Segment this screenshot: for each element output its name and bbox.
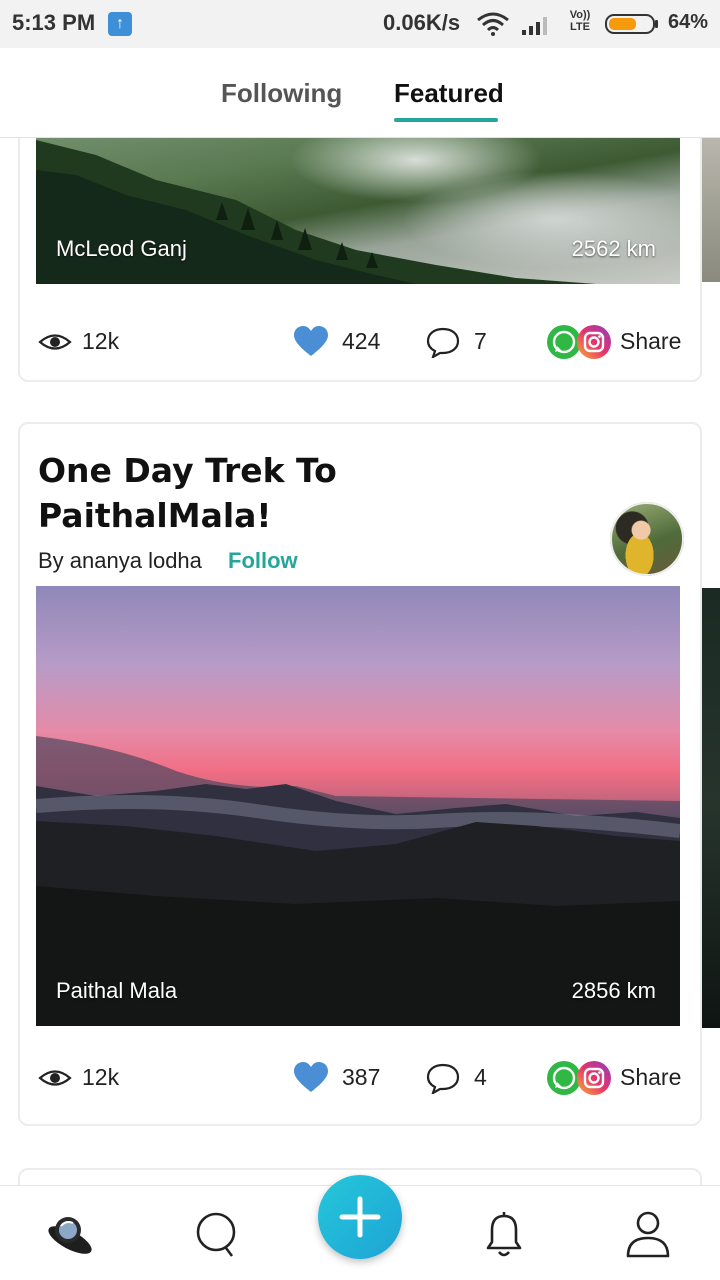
comment-count: 7 [474, 328, 487, 354]
status-bar: 5:13 PM ↑ 0.06K/s Vo)) LTE 64% [0, 0, 720, 48]
comment-icon[interactable] [426, 1062, 460, 1094]
story-stats: 12k 387 4 Share [20, 1058, 700, 1098]
instagram-icon[interactable] [576, 324, 612, 360]
wifi-icon [477, 12, 509, 36]
ufo-home-icon[interactable] [44, 1208, 96, 1260]
feed-list[interactable]: McLeod Ganj 2562 km 12k 424 7 Share One … [0, 138, 720, 1185]
active-tab-indicator [394, 118, 498, 122]
status-time: 5:13 PM [12, 10, 96, 35]
profile-icon[interactable] [622, 1208, 674, 1260]
forest-illustration [36, 140, 596, 284]
feed-tabs: Following Featured [0, 48, 720, 138]
like-count: 387 [342, 1064, 381, 1090]
like-heart-icon[interactable] [294, 1062, 328, 1094]
create-post-button[interactable] [318, 1175, 402, 1259]
tab-featured[interactable]: Featured [394, 78, 504, 109]
follow-button[interactable]: Follow [228, 548, 298, 574]
photo-location: McLeod Ganj [56, 236, 187, 261]
network-speed: 0.06K/s [383, 10, 461, 35]
view-count: 12k [82, 328, 120, 354]
photo-distance: 2562 km [571, 236, 656, 261]
eye-icon [38, 1070, 72, 1086]
network-type: LTE [570, 21, 590, 33]
share-button[interactable]: Share [620, 1064, 681, 1091]
search-icon[interactable] [190, 1208, 242, 1260]
story-author: By ananya lodha [38, 548, 202, 573]
story-photo[interactable]: McLeod Ganj 2562 km [36, 138, 680, 284]
story-title[interactable]: One Day Trek To PaithalMala! [38, 448, 558, 538]
eye-icon [38, 334, 72, 350]
comment-icon[interactable] [426, 326, 460, 358]
story-photo[interactable]: Paithal Mala 2856 km [36, 586, 680, 1026]
volte-label: Vo)) [569, 9, 591, 21]
next-photo-peek [700, 588, 720, 1028]
tab-following[interactable]: Following [221, 78, 342, 109]
like-count: 424 [342, 328, 381, 354]
view-count: 12k [82, 1064, 120, 1090]
like-heart-icon[interactable] [294, 326, 328, 358]
photo-distance: 2856 km [571, 978, 656, 1003]
battery-percent: 64% [668, 11, 709, 33]
plus-icon [339, 1196, 381, 1238]
battery-icon [605, 14, 658, 34]
story-card[interactable]: One Day Trek To PaithalMala! By ananya l… [18, 422, 702, 1126]
volte-indicator: Vo)) LTE [566, 9, 594, 33]
signal-icon [522, 17, 547, 35]
story-stats: 12k 424 7 Share [20, 322, 700, 362]
next-photo-peek [700, 138, 720, 282]
story-card[interactable]: McLeod Ganj 2562 km 12k 424 7 Share [18, 138, 702, 382]
share-button[interactable]: Share [620, 328, 681, 355]
comment-count: 4 [474, 1064, 487, 1090]
bell-icon[interactable] [478, 1208, 530, 1260]
upload-notification-icon: ↑ [108, 12, 132, 36]
photo-location: Paithal Mala [56, 978, 178, 1003]
instagram-icon[interactable] [576, 1060, 612, 1096]
avatar-ring [610, 502, 684, 576]
sunset-mountains-illustration [36, 736, 680, 1026]
